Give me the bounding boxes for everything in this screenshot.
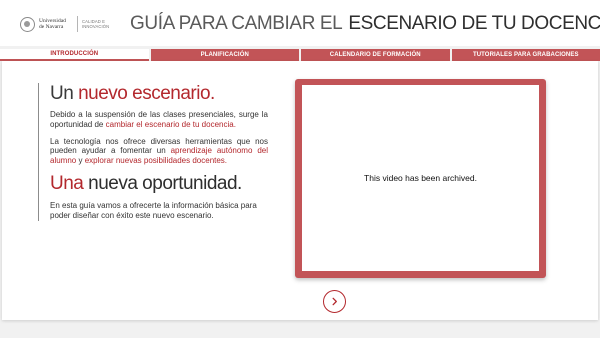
content-card: Un nuevo escenario. Debido a la suspensi… [2,61,598,320]
header: Universidad de Navarra CALIDAD E INNOVAC… [0,0,600,46]
intro-text-column: Un nuevo escenario. Debido a la suspensi… [38,83,268,221]
heading1-lead: Un [50,83,74,104]
link-explorar-posibilidades[interactable]: explorar nuevas posibilidades docentes. [85,156,227,165]
heading1-emph: nuevo escenario. [78,83,215,104]
logo-divider [77,16,78,32]
university-seal-icon [20,16,35,32]
tab-calendario[interactable]: CALENDARIO DE FORMACIÓN [301,49,450,61]
university-logo[interactable]: Universidad de Navarra CALIDAD E INNOVAC… [20,14,112,34]
title-light: GUÍA PARA CAMBIAR EL [130,13,343,34]
tab-introduccion[interactable]: INTRODUCCIÓN [0,49,149,61]
chevron-right-icon [332,297,337,306]
tab-tutoriales[interactable]: TUTORIALES PARA GRABACIONES [451,49,600,61]
heading2-emph: nueva oportunidad. [88,172,242,194]
heading-nuevo-escenario: Un nuevo escenario. [50,83,268,105]
page-title: GUÍA PARA CAMBIAR EL ESCENARIO DE TU DOCE… [130,12,600,36]
heading-nueva-oportunidad: Una nueva oportunidad. [50,173,268,195]
link-cambiar-escenario[interactable]: cambiar el escenario de tu docencia. [106,120,236,129]
paragraph-2-text-b: y [78,156,83,166]
logo-name: Universidad de Navarra [39,18,66,30]
title-bold: ESCENARIO DE TU DOCENCIA [348,13,600,34]
logo-subtitle: CALIDAD E INNOVACIÓN [82,19,110,29]
video-frame: This video has been archived. [295,79,546,278]
video-archived-message: This video has been archived. [364,173,477,183]
paragraph-3: En esta guía vamos a ofrecerte la inform… [50,200,257,220]
tab-bar: INTRODUCCIÓN PLANIFICACIÓN CALENDARIO DE… [0,49,600,61]
next-button[interactable] [323,290,346,313]
paragraph-2: La tecnología nos ofrece diversas herram… [50,137,268,166]
heading2-lead: Una [50,172,84,194]
tab-planificacion[interactable]: PLANIFICACIÓN [150,49,299,61]
paragraph-1: Debido a la suspensión de las clases pre… [50,110,268,130]
video-player[interactable]: This video has been archived. [302,85,539,271]
